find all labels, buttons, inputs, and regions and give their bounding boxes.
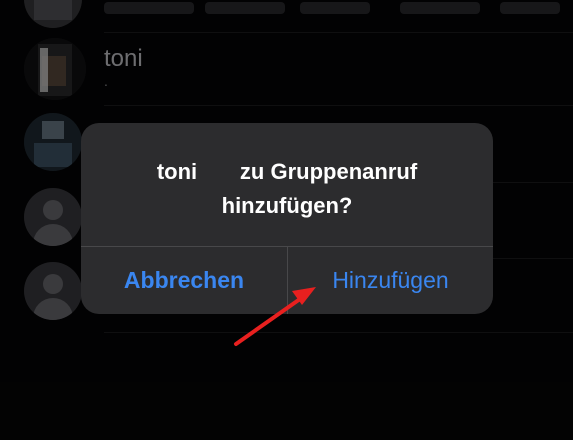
dialog-title: toni zu Gruppenanruf hinzufügen? xyxy=(101,155,473,223)
contacts-screen: toni . toni zu Gruppenanruf hinzufügen? … xyxy=(0,0,573,440)
add-to-group-call-dialog: toni zu Gruppenanruf hinzufügen? Abbrech… xyxy=(81,123,493,314)
dialog-title-line-1: toni zu Gruppenanruf xyxy=(156,159,418,184)
add-button[interactable]: Hinzufügen xyxy=(288,247,493,314)
cancel-button[interactable]: Abbrechen xyxy=(81,247,287,314)
dialog-title-line-2: hinzufügen? xyxy=(221,193,353,218)
